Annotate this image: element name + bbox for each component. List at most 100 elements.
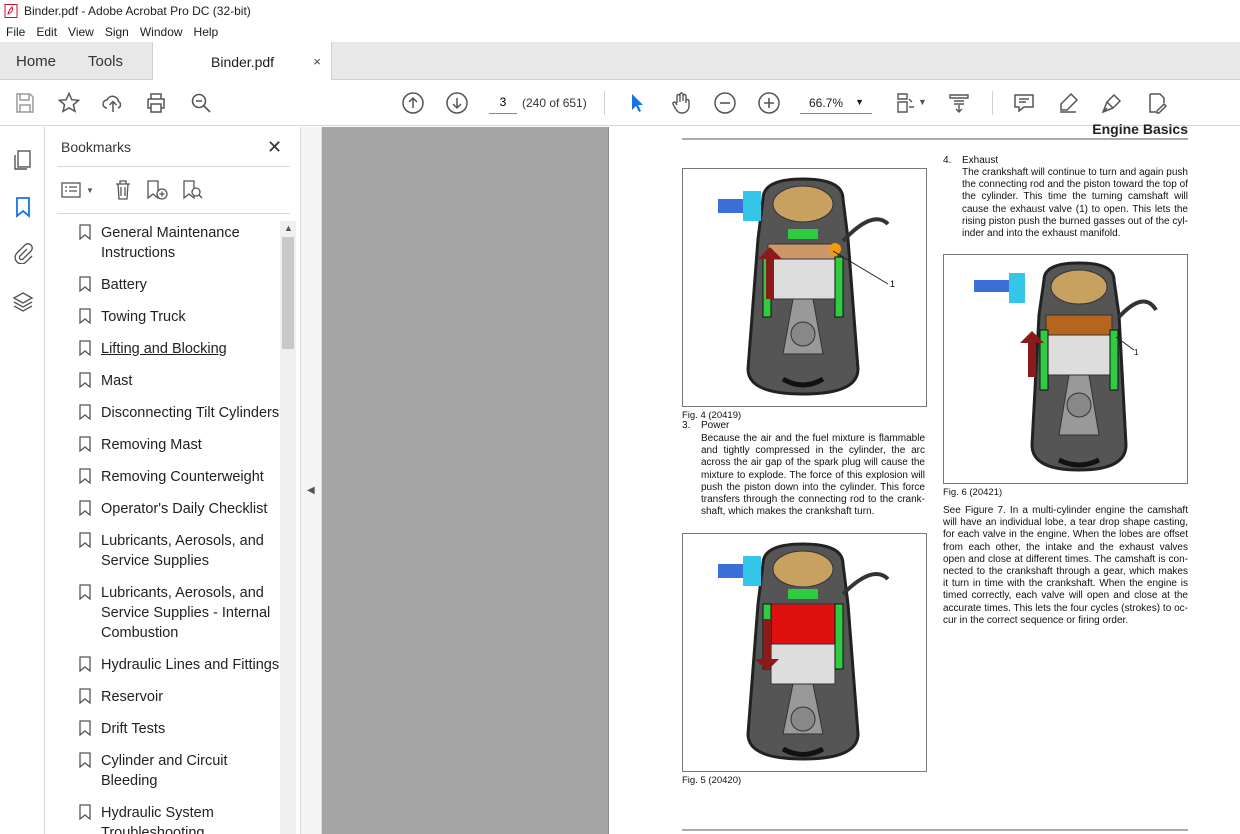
bookmark-item[interactable]: General Maintenance Instructions bbox=[45, 223, 281, 263]
bookmark-icon bbox=[79, 468, 91, 484]
page-display-icon[interactable] bbox=[892, 90, 918, 116]
close-tab-icon[interactable]: × bbox=[313, 54, 321, 69]
bookmark-item[interactable]: Lubricants, Aerosols, and Service Suppli… bbox=[45, 531, 281, 571]
previous-page-icon[interactable] bbox=[400, 90, 426, 116]
bookmark-item[interactable]: Hydraulic Lines and Fittings bbox=[45, 655, 281, 675]
scroll-mode-icon[interactable] bbox=[946, 90, 972, 116]
menu-sign[interactable]: Sign bbox=[99, 25, 134, 39]
navigation-rail bbox=[0, 127, 45, 834]
bookmark-item[interactable]: Lubricants, Aerosols, and Service Suppli… bbox=[45, 583, 281, 643]
menu-window[interactable]: Window bbox=[134, 25, 188, 39]
delete-bookmark-icon[interactable] bbox=[113, 178, 133, 202]
step-number: 3. bbox=[682, 420, 691, 431]
bookmark-icon bbox=[79, 532, 91, 548]
scrollbar-thumb[interactable] bbox=[282, 237, 294, 349]
attachments-icon[interactable] bbox=[10, 240, 36, 266]
bookmark-icon bbox=[79, 688, 91, 704]
bookmark-item[interactable]: Removing Mast bbox=[45, 435, 281, 455]
menu-view[interactable]: View bbox=[62, 25, 99, 39]
bookmark-label: Hydraulic Lines and Fittings bbox=[101, 657, 280, 673]
scroll-up-icon[interactable]: ▲ bbox=[284, 223, 293, 233]
chevron-down-icon: ▼ bbox=[855, 97, 864, 107]
menu-help[interactable]: Help bbox=[188, 25, 224, 39]
next-page-icon[interactable] bbox=[444, 90, 470, 116]
highlight-pen-icon[interactable] bbox=[1055, 90, 1081, 116]
collapse-left-icon[interactable]: ◀ bbox=[307, 485, 315, 496]
zoom-level-value: 66.7% bbox=[809, 96, 844, 110]
bookmark-item[interactable]: Cylinder and Circuit Bleeding bbox=[45, 751, 281, 791]
find-icon[interactable] bbox=[188, 90, 214, 116]
step-number: 4. bbox=[943, 155, 952, 166]
bookmark-icon bbox=[79, 340, 91, 356]
bookmark-icon bbox=[79, 656, 91, 672]
zoom-level-select[interactable]: 66.7% ▼ bbox=[800, 90, 872, 114]
tab-tools[interactable]: Tools bbox=[88, 42, 123, 80]
bookmark-item[interactable]: Disconnecting Tilt Cylinders bbox=[45, 403, 281, 423]
menu-file[interactable]: File bbox=[0, 25, 30, 39]
bookmark-label: Reservoir bbox=[101, 689, 164, 705]
page-thumbnails-icon[interactable] bbox=[10, 147, 36, 173]
body-paragraph: See Figure 7. In a multi-cylinder engine… bbox=[943, 505, 1188, 626]
panel-title: Bookmarks bbox=[61, 139, 132, 155]
bookmarks-panel-icon[interactable] bbox=[10, 194, 36, 220]
bookmark-icon bbox=[79, 500, 91, 516]
sign-pen-icon[interactable] bbox=[1099, 90, 1125, 116]
bookmark-icon bbox=[79, 276, 91, 292]
document-view[interactable]: Engine Basics 1 Fig. 4 (20419) 3. Power … bbox=[322, 121, 1240, 834]
bookmark-options-button[interactable]: ▼ bbox=[61, 178, 94, 202]
hand-tool-icon[interactable] bbox=[668, 90, 694, 116]
step-title: Exhaust bbox=[962, 155, 999, 166]
panel-divider bbox=[57, 213, 290, 214]
chevron-down-icon: ▼ bbox=[86, 185, 94, 195]
bookmarks-scrollbar[interactable]: ▲ bbox=[280, 221, 296, 834]
acrobat-icon bbox=[4, 4, 18, 18]
select-cursor-icon[interactable] bbox=[624, 90, 650, 116]
bookmark-item[interactable]: Removing Counterweight bbox=[45, 467, 281, 487]
tab-home[interactable]: Home bbox=[16, 42, 56, 80]
page-number-input[interactable] bbox=[489, 90, 517, 114]
callout-label: 1 bbox=[1134, 348, 1139, 357]
engine-diagram-illustration bbox=[718, 542, 890, 761]
menu-edit[interactable]: Edit bbox=[30, 25, 62, 39]
zoom-in-icon[interactable] bbox=[756, 90, 782, 116]
bookmark-label: Removing Mast bbox=[101, 437, 202, 453]
upload-icon[interactable] bbox=[100, 90, 126, 116]
find-bookmark-icon[interactable] bbox=[181, 178, 205, 202]
engine-diagram-illustration: 1 bbox=[718, 177, 895, 396]
bookmark-item[interactable]: Lifting and Blocking bbox=[45, 339, 281, 359]
bookmark-icon bbox=[79, 804, 91, 820]
print-icon[interactable] bbox=[143, 90, 169, 116]
tab-document[interactable]: Binder.pdf × bbox=[152, 42, 332, 81]
bookmark-icon bbox=[79, 404, 91, 420]
callout-label: 1 bbox=[890, 279, 895, 289]
comment-icon[interactable] bbox=[1011, 90, 1037, 116]
figure-caption: Fig. 5 (20420) bbox=[682, 775, 742, 786]
panel-collapse-bar[interactable]: ◀ bbox=[300, 127, 322, 834]
bookmark-item[interactable]: Reservoir bbox=[45, 687, 281, 707]
figure-caption: Fig. 6 (20421) bbox=[943, 487, 1003, 498]
bookmark-label: Drift Tests bbox=[101, 721, 166, 737]
close-panel-icon[interactable]: ✕ bbox=[267, 137, 282, 158]
step-body: The crankshaft will continue to turn and… bbox=[962, 167, 1188, 240]
bookmark-item[interactable]: Hydraulic System Troubleshooting bbox=[45, 803, 281, 834]
save-icon[interactable] bbox=[12, 90, 38, 116]
bookmark-item[interactable]: Battery bbox=[45, 275, 281, 295]
chevron-down-icon[interactable]: ▼ bbox=[918, 97, 927, 107]
footer-rule bbox=[682, 829, 1188, 831]
bookmark-label: Lifting and Blocking bbox=[101, 341, 227, 357]
toolbar-separator bbox=[992, 91, 993, 115]
zoom-out-icon[interactable] bbox=[712, 90, 738, 116]
edit-document-icon[interactable] bbox=[1143, 90, 1169, 116]
star-icon[interactable] bbox=[56, 90, 82, 116]
tab-document-label: Binder.pdf bbox=[211, 53, 275, 70]
layers-icon[interactable] bbox=[10, 289, 36, 315]
bookmark-label: Lubricants, Aerosols, and Service Suppli… bbox=[101, 585, 271, 641]
bookmark-label: Cylinder and Circuit Bleeding bbox=[101, 753, 228, 789]
bookmark-item[interactable]: Mast bbox=[45, 371, 281, 391]
bookmark-label: Removing Counterweight bbox=[101, 469, 264, 485]
bookmark-item[interactable]: Towing Truck bbox=[45, 307, 281, 327]
bookmark-item[interactable]: Operator's Daily Checklist bbox=[45, 499, 281, 519]
window-title: Binder.pdf - Adobe Acrobat Pro DC (32-bi… bbox=[24, 4, 251, 18]
bookmark-item[interactable]: Drift Tests bbox=[45, 719, 281, 739]
new-bookmark-icon[interactable] bbox=[145, 178, 169, 202]
